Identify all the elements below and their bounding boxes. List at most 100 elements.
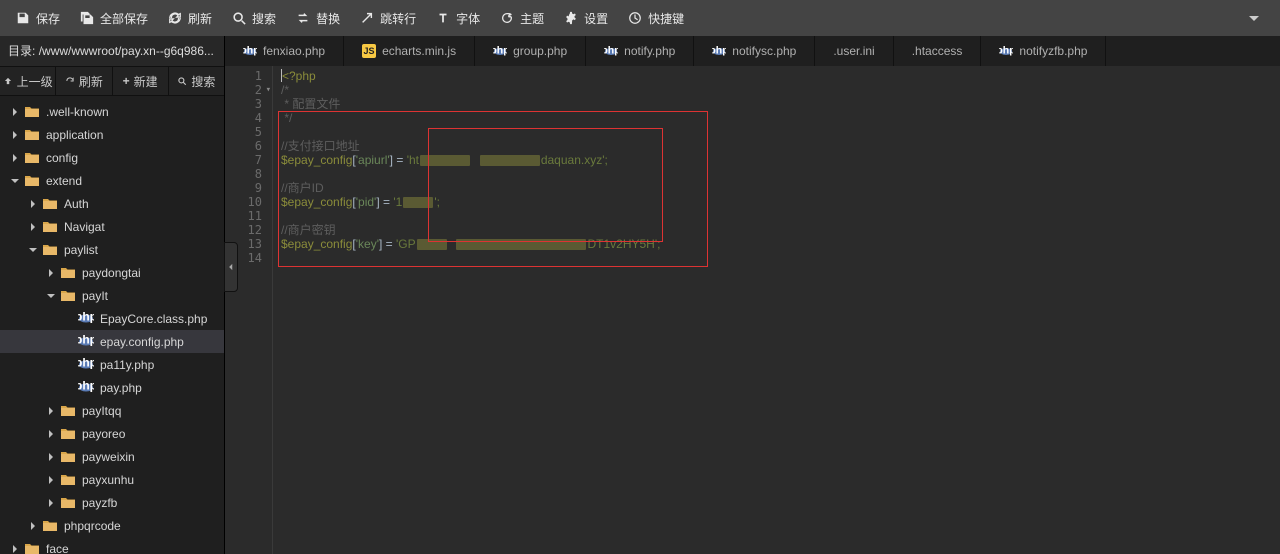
editor-tab[interactable]: JSecharts.min.js xyxy=(344,36,475,66)
sidebar-collapse-handle[interactable] xyxy=(224,242,238,292)
new-button[interactable]: +新建 xyxy=(112,67,168,95)
shortcut-button[interactable]: 快捷键 xyxy=(618,4,694,32)
sidebar-refresh-button[interactable]: 刷新 xyxy=(55,67,111,95)
tree-item-label: .well-known xyxy=(46,105,109,119)
svg-text:php: php xyxy=(78,381,94,393)
code-text: 'ht xyxy=(407,153,419,167)
tree-folder[interactable]: payItqq xyxy=(0,399,224,422)
font-button[interactable]: 字体 xyxy=(426,4,490,32)
tree-file[interactable]: phpEpayCore.class.php xyxy=(0,307,224,330)
tree-item-label: payItqq xyxy=(82,404,121,418)
chevron-right-icon xyxy=(44,450,58,464)
tree-folder[interactable]: payIt xyxy=(0,284,224,307)
theme-button[interactable]: 主题 xyxy=(490,4,554,32)
chevron-right-icon xyxy=(44,427,58,441)
editor-tab[interactable]: phpnotifyzfb.php xyxy=(981,36,1106,66)
folder-icon xyxy=(42,220,58,234)
code-text: //支付接口地址 xyxy=(281,139,360,153)
svg-text:php: php xyxy=(604,45,618,56)
folder-icon xyxy=(42,197,58,211)
code-text: 'apiurl' xyxy=(356,153,390,167)
jump-button[interactable]: 跳转行 xyxy=(350,4,426,32)
editor-tab[interactable]: phpfenxiao.php xyxy=(225,36,344,66)
tree-folder[interactable]: config xyxy=(0,146,224,169)
code-text: <?php xyxy=(282,69,316,83)
redacted-text xyxy=(480,155,540,166)
line-number: 8 xyxy=(225,167,262,181)
code-text: $epay_config xyxy=(281,237,352,251)
folder-icon xyxy=(42,243,58,257)
tree-folder[interactable]: payweixin xyxy=(0,445,224,468)
editor-tab[interactable]: .user.ini xyxy=(815,36,893,66)
folder-icon xyxy=(24,128,40,142)
tree-file[interactable]: php pay.php xyxy=(0,376,224,399)
line-number: 4 xyxy=(225,111,262,125)
redacted-text xyxy=(417,239,447,250)
tree-folder[interactable]: payxunhu xyxy=(0,468,224,491)
tree-folder[interactable]: Auth xyxy=(0,192,224,215)
line-number: 6 xyxy=(225,139,262,153)
tree-folder[interactable]: paylist xyxy=(0,238,224,261)
folder-icon xyxy=(42,519,58,533)
chevron-right-icon xyxy=(8,151,22,165)
path-label: 目录: xyxy=(8,44,35,58)
editor-tab[interactable]: phpnotifysc.php xyxy=(694,36,815,66)
chevron-right-icon xyxy=(44,496,58,510)
search-button[interactable]: 搜索 xyxy=(222,4,286,32)
tree-item-label: pay.php xyxy=(100,381,142,395)
code-text: * 配置文件 xyxy=(281,97,340,111)
settings-button[interactable]: 设置 xyxy=(554,4,618,32)
tree-folder[interactable]: extend xyxy=(0,169,224,192)
php-file-icon: php xyxy=(493,44,507,58)
path-bar[interactable]: 目录: /www/wwwroot/pay.xn--g6q986... xyxy=(0,36,224,66)
tree-folder[interactable]: phpqrcode xyxy=(0,514,224,537)
tree-folder[interactable]: payoreo xyxy=(0,422,224,445)
line-number: 3 xyxy=(225,97,262,111)
editor-body[interactable]: 1234567891011121314 <?php /* * 配置文件 */ /… xyxy=(225,66,1280,554)
chevron-down-icon xyxy=(44,289,58,303)
tree-item-label: application xyxy=(46,128,103,142)
editor-area: phpfenxiao.phpJSecharts.min.jsphpgroup.p… xyxy=(225,36,1280,554)
sidebar-search-button[interactable]: 搜索 xyxy=(168,67,224,95)
toolbar-more-button[interactable] xyxy=(1234,0,1274,36)
line-number: 9 xyxy=(225,181,262,195)
code-content[interactable]: <?php /* * 配置文件 */ //支付接口地址 $epay_config… xyxy=(273,66,1280,554)
redacted-text xyxy=(456,239,586,250)
folder-icon xyxy=(60,427,76,441)
keyboard-icon xyxy=(628,11,642,25)
font-icon xyxy=(436,11,450,25)
svg-text:php: php xyxy=(999,45,1013,56)
tree-item-label: config xyxy=(46,151,78,165)
tree-folder[interactable]: face xyxy=(0,537,224,554)
code-text: 'GP xyxy=(396,237,416,251)
save-all-button[interactable]: 全部保存 xyxy=(70,4,158,32)
tree-item-label: payweixin xyxy=(82,450,135,464)
tree-folder[interactable]: .well-known xyxy=(0,100,224,123)
up-level-button[interactable]: 上一级 xyxy=(0,67,55,95)
code-text: '1 xyxy=(393,195,402,209)
editor-tab[interactable]: phpgroup.php xyxy=(475,36,586,66)
path-value: /www/wwwroot/pay.xn--g6q986... xyxy=(39,44,214,58)
tree-file[interactable]: phppa11y.php xyxy=(0,353,224,376)
folder-icon xyxy=(24,151,40,165)
code-text: //商户ID xyxy=(281,181,324,195)
php-file-icon: php xyxy=(604,44,618,58)
editor-tab[interactable]: phpnotify.php xyxy=(586,36,694,66)
save-button[interactable]: 保存 xyxy=(6,4,70,32)
chevron-right-icon xyxy=(26,519,40,533)
refresh-button[interactable]: 刷新 xyxy=(158,4,222,32)
svg-text:php: php xyxy=(493,45,507,56)
save-icon xyxy=(16,11,30,25)
tree-folder[interactable]: paydongtai xyxy=(0,261,224,284)
tree-file[interactable]: phpepay.config.php xyxy=(0,330,224,353)
search-icon xyxy=(232,11,246,25)
tree-folder[interactable]: Navigat xyxy=(0,215,224,238)
tree-folder[interactable]: payzfb xyxy=(0,491,224,514)
folder-icon xyxy=(24,105,40,119)
replace-button[interactable]: 替换 xyxy=(286,4,350,32)
tree-folder[interactable]: application xyxy=(0,123,224,146)
file-tree[interactable]: .well-known application config extend AuthNa… xyxy=(0,96,224,554)
tree-item-label: extend xyxy=(46,174,82,188)
chevron-right-icon xyxy=(44,404,58,418)
editor-tab[interactable]: .htaccess xyxy=(894,36,982,66)
